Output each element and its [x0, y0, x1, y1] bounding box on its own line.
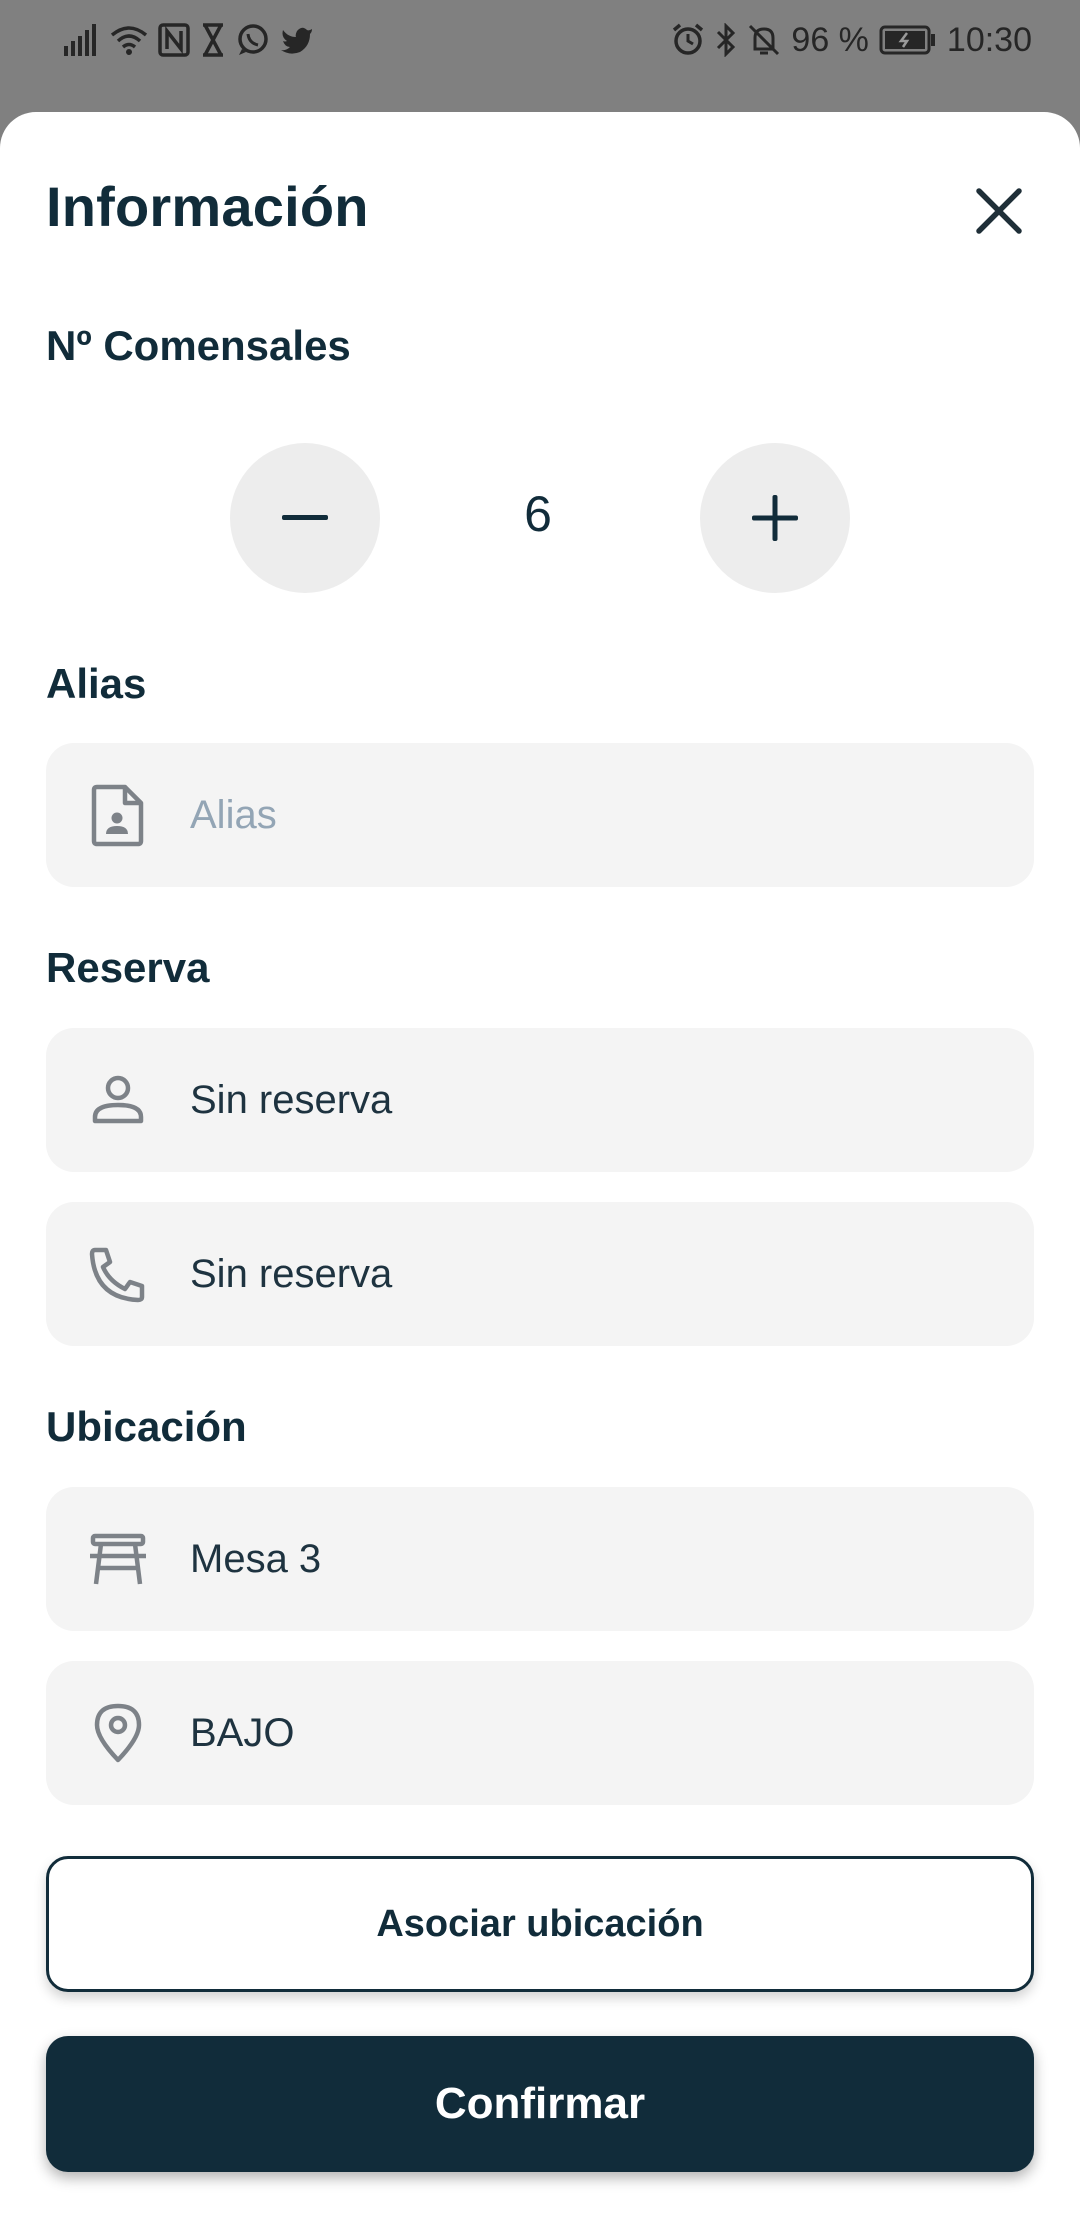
phone-icon [86, 1242, 150, 1306]
increment-diners-button[interactable] [700, 443, 850, 593]
signal-icon [64, 24, 100, 56]
clock: 10:30 [946, 20, 1032, 59]
plus-icon [752, 495, 798, 541]
reservation-label: Reserva [46, 944, 210, 991]
status-left-icons [64, 20, 314, 60]
location-zone-field[interactable]: BAJO [46, 1661, 1034, 1805]
location-table-value: Mesa 3 [190, 1536, 322, 1581]
reservation-phone-value: Sin reserva [190, 1251, 393, 1296]
associate-location-button[interactable]: Asociar ubicación [46, 1856, 1034, 1992]
twitter-icon [280, 25, 314, 55]
reservation-name-field[interactable]: Sin reserva [46, 1028, 1034, 1172]
minus-icon [282, 515, 328, 520]
table-icon [86, 1527, 150, 1591]
reservation-phone-field[interactable]: Sin reserva [46, 1202, 1034, 1346]
whatsapp-icon [236, 23, 270, 57]
alias-input[interactable] [190, 792, 950, 838]
battery-icon [879, 25, 937, 55]
location-table-field[interactable]: Mesa 3 [46, 1487, 1034, 1631]
wifi-icon [110, 24, 148, 56]
location-label: Ubicación [46, 1403, 247, 1450]
nfc-icon [158, 23, 190, 57]
location-pin-icon [86, 1701, 150, 1765]
confirm-button[interactable]: Confirmar [46, 2036, 1034, 2172]
sheet-title: Información [46, 175, 369, 238]
mute-icon [747, 23, 781, 57]
bluetooth-icon [715, 23, 737, 57]
information-sheet: Información Nº Comensales 6 Alias Alias … [0, 112, 1080, 2240]
hourglass-icon [200, 23, 226, 57]
alias-label: Alias [46, 660, 147, 707]
contact-file-icon [86, 783, 150, 847]
close-icon [976, 188, 1022, 234]
status-bar: 96 % 10:30 [0, 0, 1080, 80]
close-button[interactable] [964, 176, 1034, 246]
location-zone-value: BAJO [190, 1710, 295, 1755]
person-icon [86, 1068, 150, 1132]
reservation-name-value: Sin reserva [190, 1077, 393, 1122]
battery-percentage: 96 % [791, 20, 869, 59]
alias-field[interactable] [46, 743, 1034, 887]
alarm-icon [671, 23, 705, 57]
diners-count: 6 [524, 486, 552, 542]
diners-label: Nº Comensales [46, 322, 351, 369]
status-right-icons: 96 % 10:30 [671, 20, 1032, 60]
decrement-diners-button[interactable] [230, 443, 380, 593]
